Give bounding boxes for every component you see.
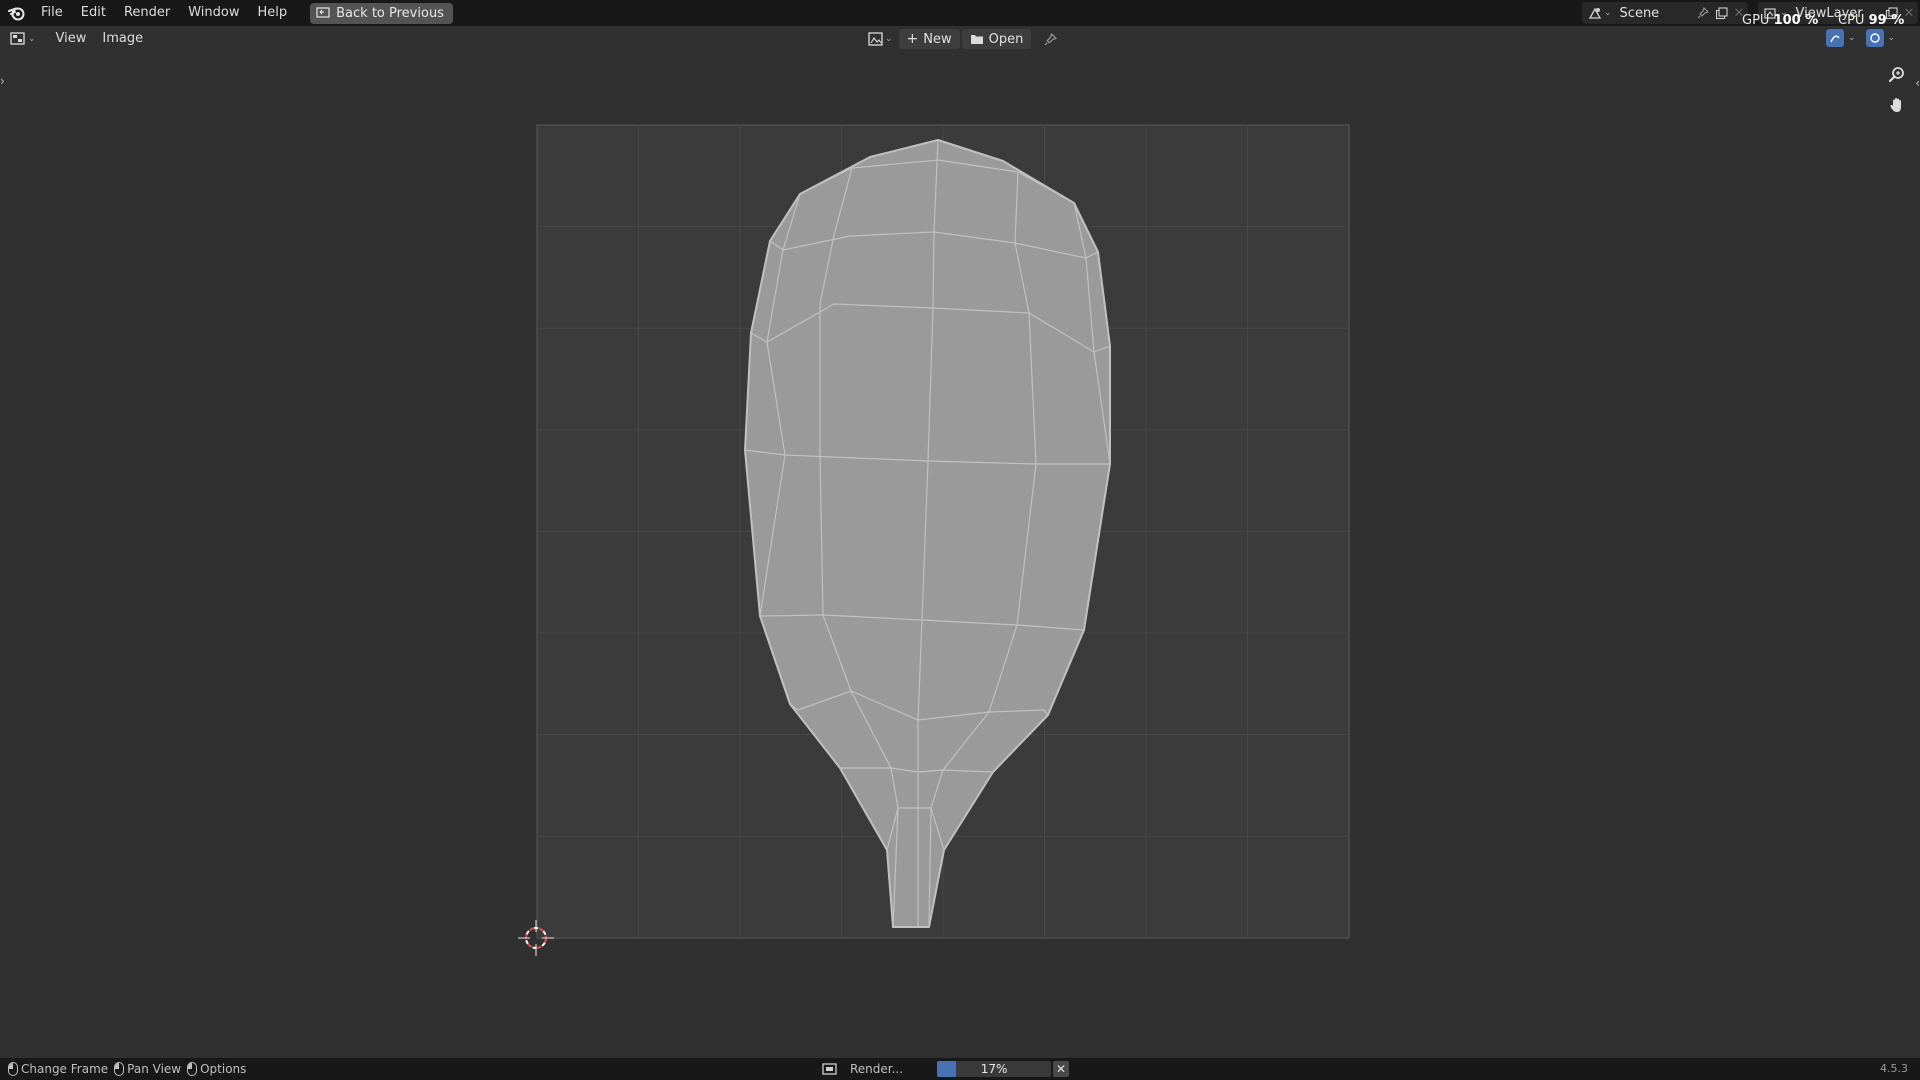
menu-render[interactable]: Render (115, 0, 179, 26)
render-job-label: Render... (850, 1062, 904, 1076)
hint-options: Options (187, 1062, 246, 1076)
pin-icon[interactable] (1694, 4, 1712, 22)
mouse-left-icon (8, 1062, 18, 1076)
hint-change-frame: Change Frame (8, 1062, 108, 1076)
back-icon (316, 7, 330, 18)
image-tools: ⌄ + New Open (864, 29, 1059, 49)
render-job: Render... 17% ✕ (822, 1058, 1070, 1080)
new-image-label: New (923, 31, 952, 47)
image-canvas[interactable] (0, 0, 1920, 1080)
render-progress-bar: 17% (937, 1061, 1052, 1077)
status-bar: Change Frame Pan View Options Render... … (0, 1058, 1920, 1080)
blender-logo-icon[interactable] (2, 0, 32, 26)
mouse-right-icon (187, 1062, 198, 1076)
menu-file[interactable]: File (32, 0, 72, 26)
scene-selector[interactable]: ⌄ Scene ✕ (1582, 2, 1748, 24)
gizmo-icon[interactable] (1865, 29, 1884, 47)
hint-pan-view: Pan View (114, 1062, 181, 1076)
editor-type-icon (10, 32, 25, 45)
hand-icon[interactable] (1884, 92, 1910, 118)
toolbar-toggle-icon[interactable]: › (0, 74, 5, 88)
back-to-previous-button[interactable]: Back to Previous (310, 2, 453, 24)
menu-view[interactable]: View (48, 26, 95, 52)
open-image-label: Open (988, 31, 1024, 47)
new-image-button[interactable]: + New (898, 29, 960, 49)
image-icon (868, 32, 883, 46)
hint-change-frame-label: Change Frame (21, 1062, 109, 1076)
display-channel-tools: ⌄ ⌄ (1826, 29, 1895, 47)
editor-type-button[interactable]: ⌄ (10, 32, 36, 46)
menu-image[interactable]: Image (94, 26, 151, 52)
folder-icon (970, 35, 983, 44)
menu-edit[interactable]: Edit (72, 0, 115, 26)
zoom-icon[interactable] (1884, 62, 1910, 88)
image-editor-header: ⌄ View Image ⌄ + New Open ⌄ ⌄ (0, 26, 1920, 52)
plus-icon: + (906, 31, 919, 47)
menu-window[interactable]: Window (179, 0, 248, 26)
scene-name[interactable]: Scene (1620, 6, 1694, 21)
new-scene-icon[interactable] (1712, 4, 1730, 22)
mouse-middle-icon (114, 1062, 125, 1076)
hint-options-label: Options (200, 1062, 247, 1076)
menu-help[interactable]: Help (249, 0, 297, 26)
render-progress-text: 17% (980, 1062, 1008, 1076)
pin-image-icon[interactable] (1041, 30, 1059, 48)
close-icon[interactable]: ✕ (1053, 1061, 1070, 1077)
version-label: 4.5.3 (1880, 1062, 1908, 1075)
back-to-previous-label: Back to Previous (336, 5, 444, 21)
render-icon[interactable] (822, 1062, 838, 1076)
open-image-button[interactable]: Open (961, 29, 1032, 49)
scene-icon (1586, 4, 1604, 22)
overlay-icon[interactable] (1826, 29, 1844, 47)
image-browse-button[interactable]: ⌄ (864, 29, 897, 49)
sidebar-toggle-icon[interactable]: ‹ (1915, 76, 1920, 90)
top-menubar: File Edit Render Window Help Back to Pre… (0, 0, 1920, 26)
hint-pan-view-label: Pan View (127, 1062, 182, 1076)
